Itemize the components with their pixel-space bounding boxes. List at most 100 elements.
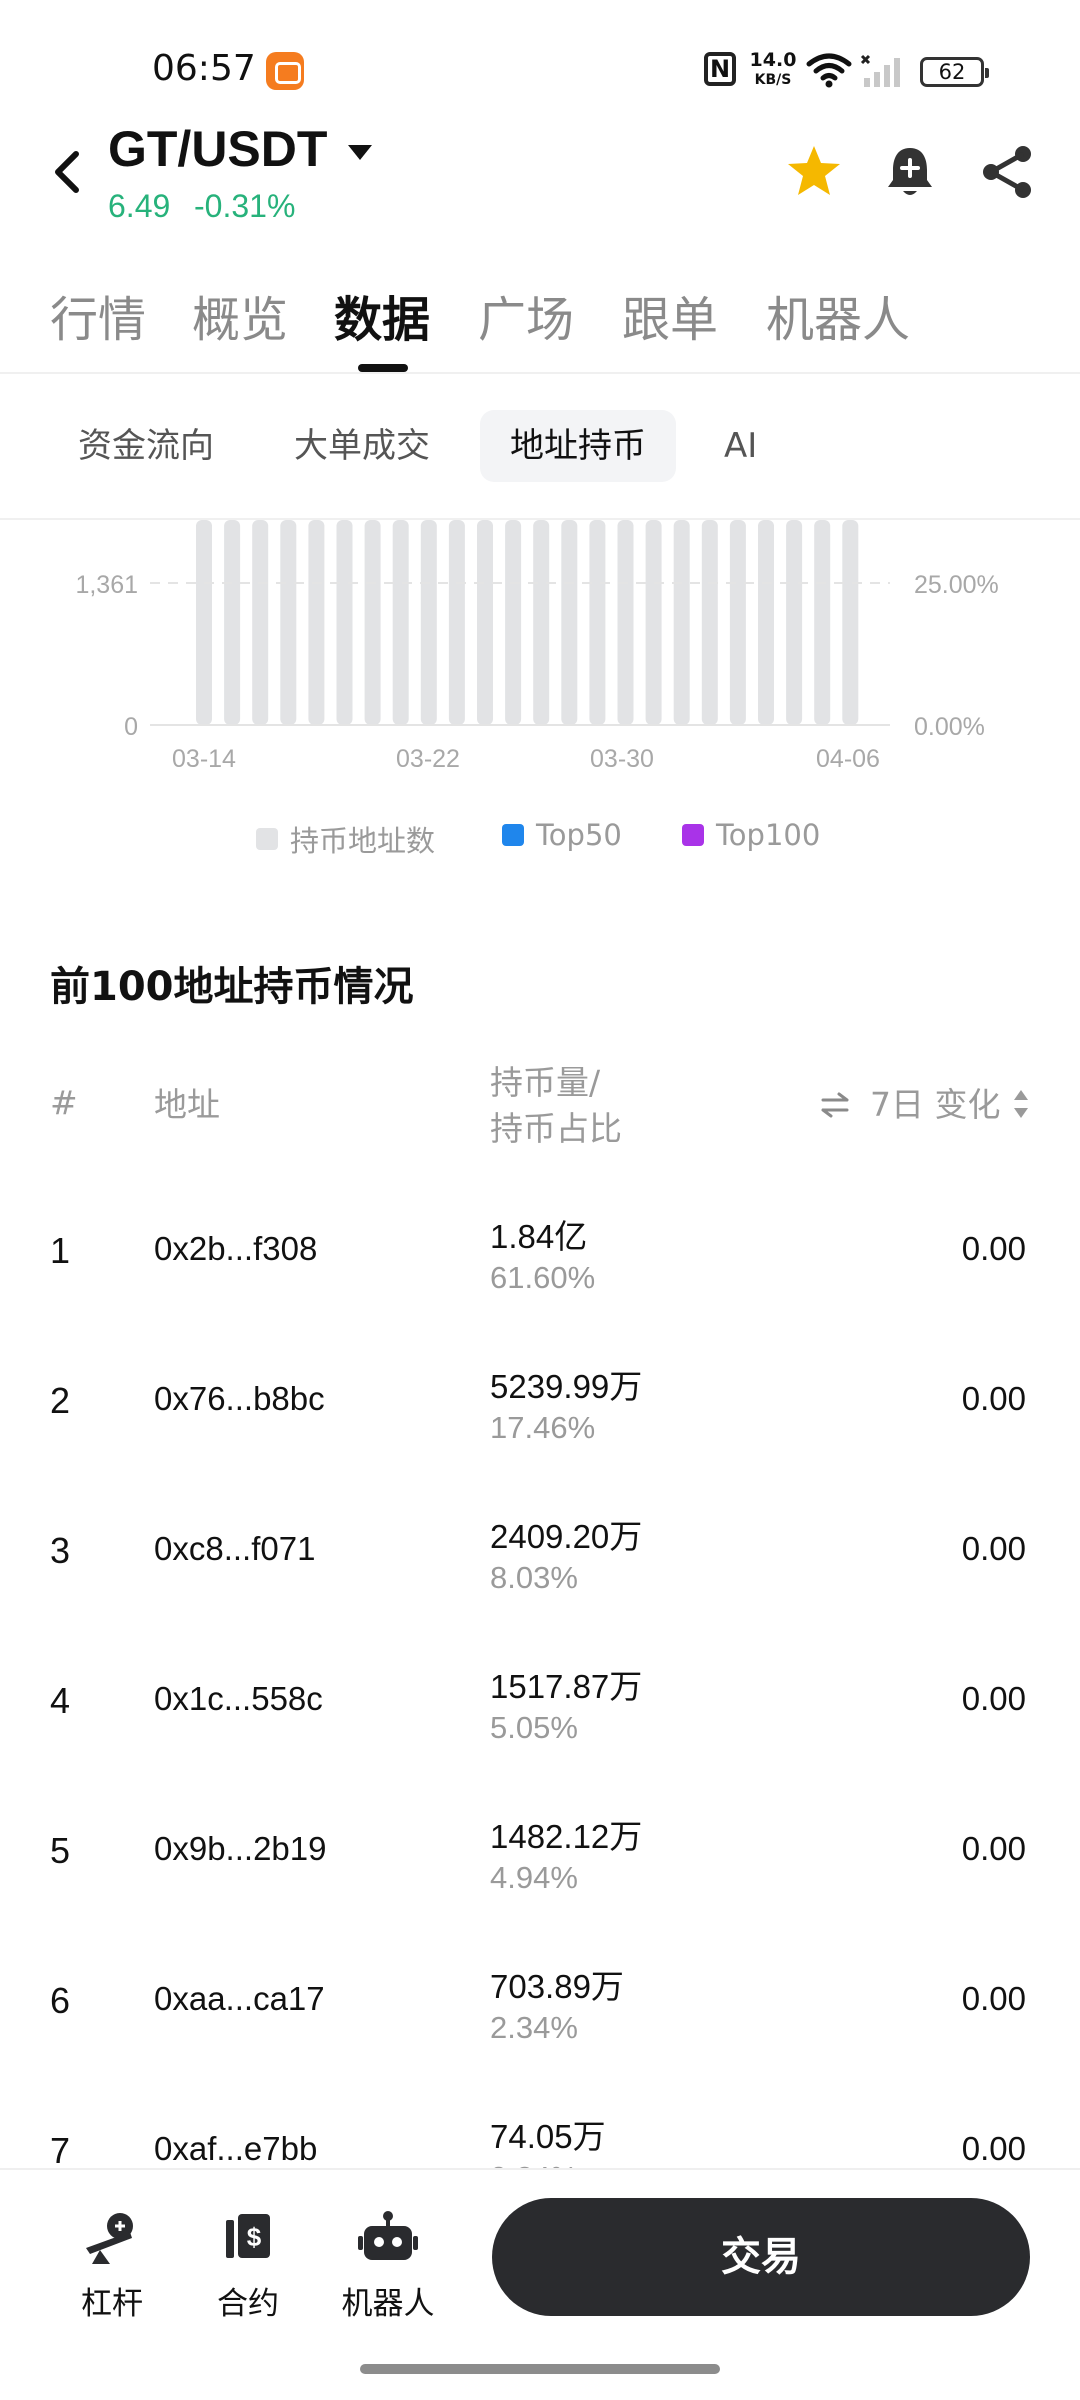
row-address[interactable]: 0x9b...2b19	[154, 1830, 326, 1868]
row-7d-change: 0.00	[961, 1530, 1026, 1567]
pair-title[interactable]: GT/USDT	[108, 120, 327, 178]
chart-bar-8	[392, 520, 409, 725]
home-indicator[interactable]	[360, 2364, 720, 2374]
chart-bar-2	[224, 520, 241, 725]
chart-bar-10	[448, 520, 465, 725]
legend-label-top100: Top100	[716, 818, 821, 852]
chart-bar-21	[758, 520, 774, 725]
futures-button[interactable]: $	[188, 2210, 308, 2270]
x-axis-tick-2: 03-22	[396, 745, 460, 773]
chart-bar-19	[701, 520, 718, 725]
chart-bar-5	[308, 520, 325, 725]
legend-top100[interactable]: Top100	[682, 818, 820, 852]
legend-swatch-top100	[682, 824, 704, 846]
row-address[interactable]: 0xc8...f071	[154, 1530, 315, 1568]
header-7d-change[interactable]: 7日 变化	[870, 1082, 1001, 1128]
header-address: 地址	[154, 1085, 220, 1124]
sort-icon[interactable]	[1012, 1088, 1030, 1120]
right-axis-tick-max: 25.00%	[914, 571, 999, 599]
left-axis-tick-zero: 0	[124, 713, 138, 741]
chart-bar-6	[336, 520, 353, 725]
row-address[interactable]: 0xaf...e7bb	[154, 2130, 317, 2168]
svg-text:$: $	[247, 2222, 262, 2252]
row-percent: 8.03%	[490, 1560, 578, 1595]
cellular-signal-icon	[860, 54, 900, 87]
share-icon[interactable]	[980, 144, 1034, 200]
tab-overview[interactable]: 概览	[192, 280, 288, 350]
network-speed-value: 14.0	[749, 49, 797, 71]
leverage-button[interactable]	[52, 2210, 172, 2270]
row-amount: 1482.12万	[490, 1818, 643, 1855]
leverage-icon	[86, 2213, 133, 2264]
row-amount: 703.89万	[490, 1968, 624, 2005]
chart-bar-9	[420, 520, 437, 725]
chart-bar-22	[786, 520, 803, 725]
price-alert-bell-icon[interactable]	[884, 144, 936, 200]
row-rank: 4	[50, 1680, 71, 1721]
row-rank: 7	[50, 2130, 71, 2171]
row-percent: 5.05%	[490, 1710, 578, 1745]
row-rank: 1	[50, 1230, 71, 1271]
chart-bar-14	[561, 520, 578, 725]
row-amount: 1.84亿	[490, 1218, 588, 1255]
row-7d-change: 0.00	[961, 1830, 1026, 1867]
futures-label: 合约	[217, 2286, 279, 2322]
subtab-ai[interactable]: AI	[694, 410, 787, 482]
tabs-divider	[0, 372, 1080, 374]
holders-chart: 1,361 0 25.00% 0.00% 03-14 03-22 03-30 0…	[75, 520, 999, 773]
futures-contract-icon: $	[226, 2214, 270, 2258]
pair-change: -0.31%	[194, 188, 296, 224]
subtab-fund-flow[interactable]: 资金流向	[48, 410, 244, 482]
row-address[interactable]: 0x1c...558c	[154, 1680, 323, 1718]
right-axis-tick-zero: 0.00%	[914, 713, 985, 741]
row-percent: 61.60%	[490, 1260, 596, 1295]
nfc-icon: N	[704, 52, 736, 86]
chart-bar-13	[533, 520, 550, 725]
favorite-star-icon[interactable]	[786, 144, 842, 198]
tab-copy-trading[interactable]: 跟单	[622, 280, 718, 350]
active-tab-indicator	[358, 364, 408, 372]
row-address[interactable]: 0x2b...f308	[154, 1230, 317, 1268]
chart-bar-4	[280, 520, 297, 725]
section-title: 前100地址持币情况	[50, 964, 414, 1010]
chart-bar-1	[196, 520, 212, 725]
legend-label-top50: Top50	[536, 818, 622, 852]
chart-bar-3	[252, 520, 269, 725]
row-address[interactable]: 0xaa...ca17	[154, 1980, 325, 2018]
row-address[interactable]: 0x76...b8bc	[154, 1380, 325, 1418]
tab-bots[interactable]: 机器人	[766, 280, 910, 350]
legend-holders[interactable]: 持币地址数	[256, 818, 435, 860]
row-percent: 17.46%	[490, 1410, 596, 1445]
bots-label: 机器人	[341, 2286, 435, 2322]
chart-bar-17	[645, 520, 662, 725]
row-amount: 74.05万	[490, 2118, 606, 2155]
back-arrow-icon[interactable]	[50, 148, 84, 196]
swap-toggle-icon[interactable]	[820, 1092, 850, 1118]
row-percent: 2.34%	[490, 2010, 578, 2045]
network-speed: 14.0 KB/S	[748, 50, 798, 90]
legend-top50[interactable]: Top50	[502, 818, 622, 852]
row-7d-change: 0.00	[961, 1380, 1026, 1417]
trade-button[interactable]: 交易	[492, 2198, 1030, 2316]
pair-price: 6.49	[108, 188, 171, 224]
tab-square[interactable]: 广场	[478, 280, 574, 350]
chart-bar-12	[505, 520, 522, 725]
chart-bar-15	[589, 520, 606, 725]
bots-button[interactable]	[328, 2210, 448, 2270]
wifi-icon	[806, 53, 852, 88]
header-rank: #	[50, 1083, 78, 1122]
tab-data[interactable]: 数据	[334, 280, 430, 350]
chart-bar-18	[673, 520, 690, 725]
header-amount-line2: 持币占比	[490, 1109, 622, 1148]
subtab-large-orders[interactable]: 大单成交	[264, 410, 460, 482]
header-amount-line1: 持币量/	[490, 1063, 601, 1102]
subtab-address-holdings[interactable]: 地址持币	[480, 410, 676, 482]
row-7d-change: 0.00	[961, 1680, 1026, 1717]
chart-bars	[196, 520, 859, 725]
row-amount: 1517.87万	[490, 1668, 643, 1705]
pair-dropdown-icon[interactable]	[346, 142, 374, 162]
tab-market[interactable]: 行情	[50, 280, 146, 350]
network-speed-unit: KB/S	[754, 72, 792, 88]
row-7d-change: 0.00	[961, 1980, 1026, 2017]
notification-app-icon	[266, 52, 304, 90]
